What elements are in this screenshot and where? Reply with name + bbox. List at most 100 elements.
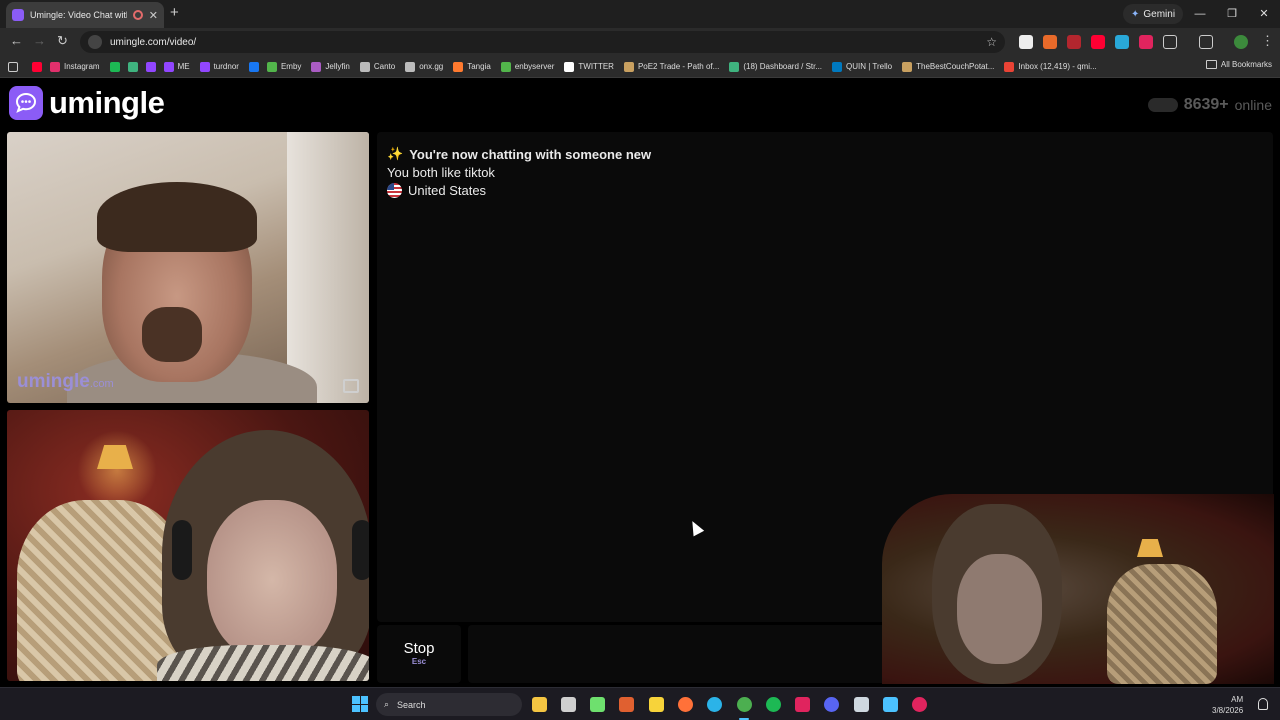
extension-fox-icon[interactable] bbox=[1043, 35, 1057, 49]
bookmark-item[interactable]: Jellyfin bbox=[311, 61, 350, 72]
bookmark-item[interactable]: (18) Dashboard / Str... bbox=[729, 61, 823, 72]
bookmark-favicon-icon bbox=[163, 61, 174, 72]
bookmark-star-icon[interactable]: ☆ bbox=[986, 35, 997, 49]
forward-arrow-icon[interactable]: → bbox=[33, 33, 46, 48]
bookmark-favicon-icon bbox=[32, 61, 42, 72]
online-count: 8639+ bbox=[1183, 96, 1229, 113]
bookmark-item[interactable]: Emby bbox=[266, 61, 302, 72]
bookmark-item[interactable]: onx.gg bbox=[405, 61, 443, 72]
site-logo[interactable]: umingle bbox=[9, 85, 165, 121]
sticky-notes-icon[interactable] bbox=[649, 697, 664, 712]
reload-icon[interactable]: ↻ bbox=[57, 33, 68, 49]
play-app-icon[interactable] bbox=[590, 697, 605, 712]
bookmark-favicon-icon bbox=[902, 61, 913, 72]
minimize-icon[interactable]: — bbox=[1184, 0, 1216, 28]
extension-red-icon[interactable] bbox=[1067, 35, 1081, 49]
bookmark-item[interactable] bbox=[32, 61, 42, 72]
folder-icon bbox=[1205, 60, 1217, 69]
apps-grid-icon[interactable] bbox=[8, 61, 18, 72]
bookmark-label: (18) Dashboard / Str... bbox=[743, 62, 823, 71]
watermark-main: umingle bbox=[17, 371, 90, 392]
bookmark-label: Emby bbox=[280, 62, 302, 71]
extension-pink-icon[interactable] bbox=[1139, 35, 1153, 49]
profile-avatar-icon[interactable] bbox=[1234, 35, 1248, 49]
bookmark-item[interactable]: ME bbox=[163, 61, 190, 72]
bookmark-label: PoE2 Trade - Path of... bbox=[637, 62, 720, 71]
side-panel-icon[interactable] bbox=[1199, 35, 1213, 49]
bookmark-item[interactable] bbox=[127, 61, 138, 72]
sparkle-icon: ✦ bbox=[1131, 8, 1140, 20]
extension-blue-icon[interactable] bbox=[1115, 35, 1129, 49]
bookmark-label: Jellyfin bbox=[325, 62, 350, 71]
notepad-icon[interactable] bbox=[883, 697, 898, 712]
bookmark-label: turdnor bbox=[213, 62, 239, 71]
edge-icon[interactable] bbox=[707, 697, 722, 712]
connected-message: ✨ You're now chatting with someone new bbox=[387, 146, 1263, 162]
extension-k-icon[interactable] bbox=[1019, 35, 1033, 49]
sparkles-icon: ✨ bbox=[387, 146, 404, 161]
bookmark-label: TheBestCouchPotat... bbox=[916, 62, 995, 71]
file-explorer-icon[interactable] bbox=[532, 697, 547, 712]
extension-youtube-icon[interactable] bbox=[1091, 35, 1105, 49]
bug-app-icon[interactable] bbox=[619, 697, 634, 712]
menu-kebab-icon[interactable]: ⋮ bbox=[1261, 33, 1274, 49]
record-app-icon[interactable] bbox=[795, 697, 810, 712]
firefox-icon[interactable] bbox=[678, 697, 693, 712]
stranger-video: umingle.com bbox=[7, 132, 369, 403]
bookmark-item[interactable]: Instagram bbox=[50, 61, 100, 72]
headphone-right bbox=[352, 520, 369, 580]
bookmark-item[interactable]: PoE2 Trade - Path of... bbox=[623, 61, 720, 72]
online-counter: 8639+ online bbox=[1147, 96, 1272, 114]
video-watermark: umingle.com bbox=[17, 371, 114, 393]
bookmark-item[interactable]: QUIN | Trello bbox=[832, 61, 893, 72]
site-info-icon[interactable] bbox=[88, 35, 102, 49]
bookmark-item[interactable]: enbyserver bbox=[500, 61, 554, 72]
bookmark-item[interactable]: Tangia bbox=[453, 61, 491, 72]
spotify-icon[interactable] bbox=[766, 697, 781, 712]
all-bookmarks-button[interactable]: All Bookmarks bbox=[1205, 60, 1272, 69]
bookmark-item[interactable]: turdnor bbox=[199, 61, 239, 72]
bookmark-item[interactable] bbox=[145, 61, 156, 72]
new-tab-button[interactable]: + bbox=[170, 4, 179, 21]
steam-icon[interactable] bbox=[854, 697, 869, 712]
tab-title: Umingle: Video Chat with S bbox=[30, 10, 127, 20]
restore-icon[interactable]: ❐ bbox=[1216, 0, 1248, 28]
browser-tab[interactable]: Umingle: Video Chat with S ✕ bbox=[6, 2, 164, 28]
taskbar-search[interactable]: ⌕ Search bbox=[376, 693, 522, 716]
stop-button[interactable]: Stop Esc bbox=[377, 625, 461, 683]
clock-date: 3/8/2026 bbox=[1212, 706, 1244, 715]
report-flag-icon[interactable] bbox=[343, 379, 359, 393]
chrome-icon[interactable] bbox=[737, 697, 752, 712]
system-clock[interactable]: AM 3/8/2026 bbox=[1212, 694, 1243, 716]
stranger-beard bbox=[142, 307, 202, 362]
url-text: umingle.com/video/ bbox=[110, 36, 197, 48]
notification-bell-icon[interactable] bbox=[1258, 698, 1268, 710]
country-text: United States bbox=[408, 183, 487, 198]
bookmark-item[interactable]: TheBestCouchPotat... bbox=[902, 61, 995, 72]
close-tab-icon[interactable]: ✕ bbox=[149, 9, 158, 22]
address-bar[interactable]: umingle.com/video/ ☆ bbox=[80, 31, 1005, 53]
bookmark-item[interactable]: Canto bbox=[359, 61, 395, 72]
discord-icon[interactable] bbox=[824, 697, 839, 712]
windows-start-icon[interactable] bbox=[352, 696, 368, 712]
close-window-icon[interactable]: ✕ bbox=[1248, 0, 1280, 28]
bookmark-item[interactable] bbox=[109, 61, 120, 72]
obs-icon[interactable] bbox=[912, 697, 927, 712]
tab-strip: Umingle: Video Chat with S ✕ + ✦ Gemini … bbox=[0, 0, 1280, 28]
bookmark-label: ME bbox=[177, 62, 190, 71]
back-arrow-icon[interactable]: ← bbox=[10, 33, 23, 48]
umingle-favicon-icon bbox=[12, 9, 24, 21]
watermark-tld: .com bbox=[89, 378, 114, 390]
bookmark-item[interactable]: TWITTER bbox=[564, 61, 614, 72]
clock-app-icon[interactable] bbox=[561, 697, 576, 712]
bookmark-label: QUIN | Trello bbox=[846, 62, 893, 71]
bookmark-item[interactable] bbox=[248, 61, 259, 72]
bookmarks-bar: Instagram ME turdnor Emby Jellyfin Canto onx.g… bbox=[0, 56, 1280, 78]
gemini-label: Gemini bbox=[1143, 8, 1176, 20]
gemini-button[interactable]: ✦ Gemini bbox=[1123, 4, 1184, 24]
bookmark-favicon-icon bbox=[199, 61, 210, 72]
bookmark-item[interactable]: Inbox (12,419) - qmi... bbox=[1004, 61, 1097, 72]
theme-toggle[interactable] bbox=[1147, 98, 1178, 112]
bookmark-favicon-icon bbox=[564, 61, 575, 72]
extensions-puzzle-icon[interactable] bbox=[1163, 35, 1177, 49]
